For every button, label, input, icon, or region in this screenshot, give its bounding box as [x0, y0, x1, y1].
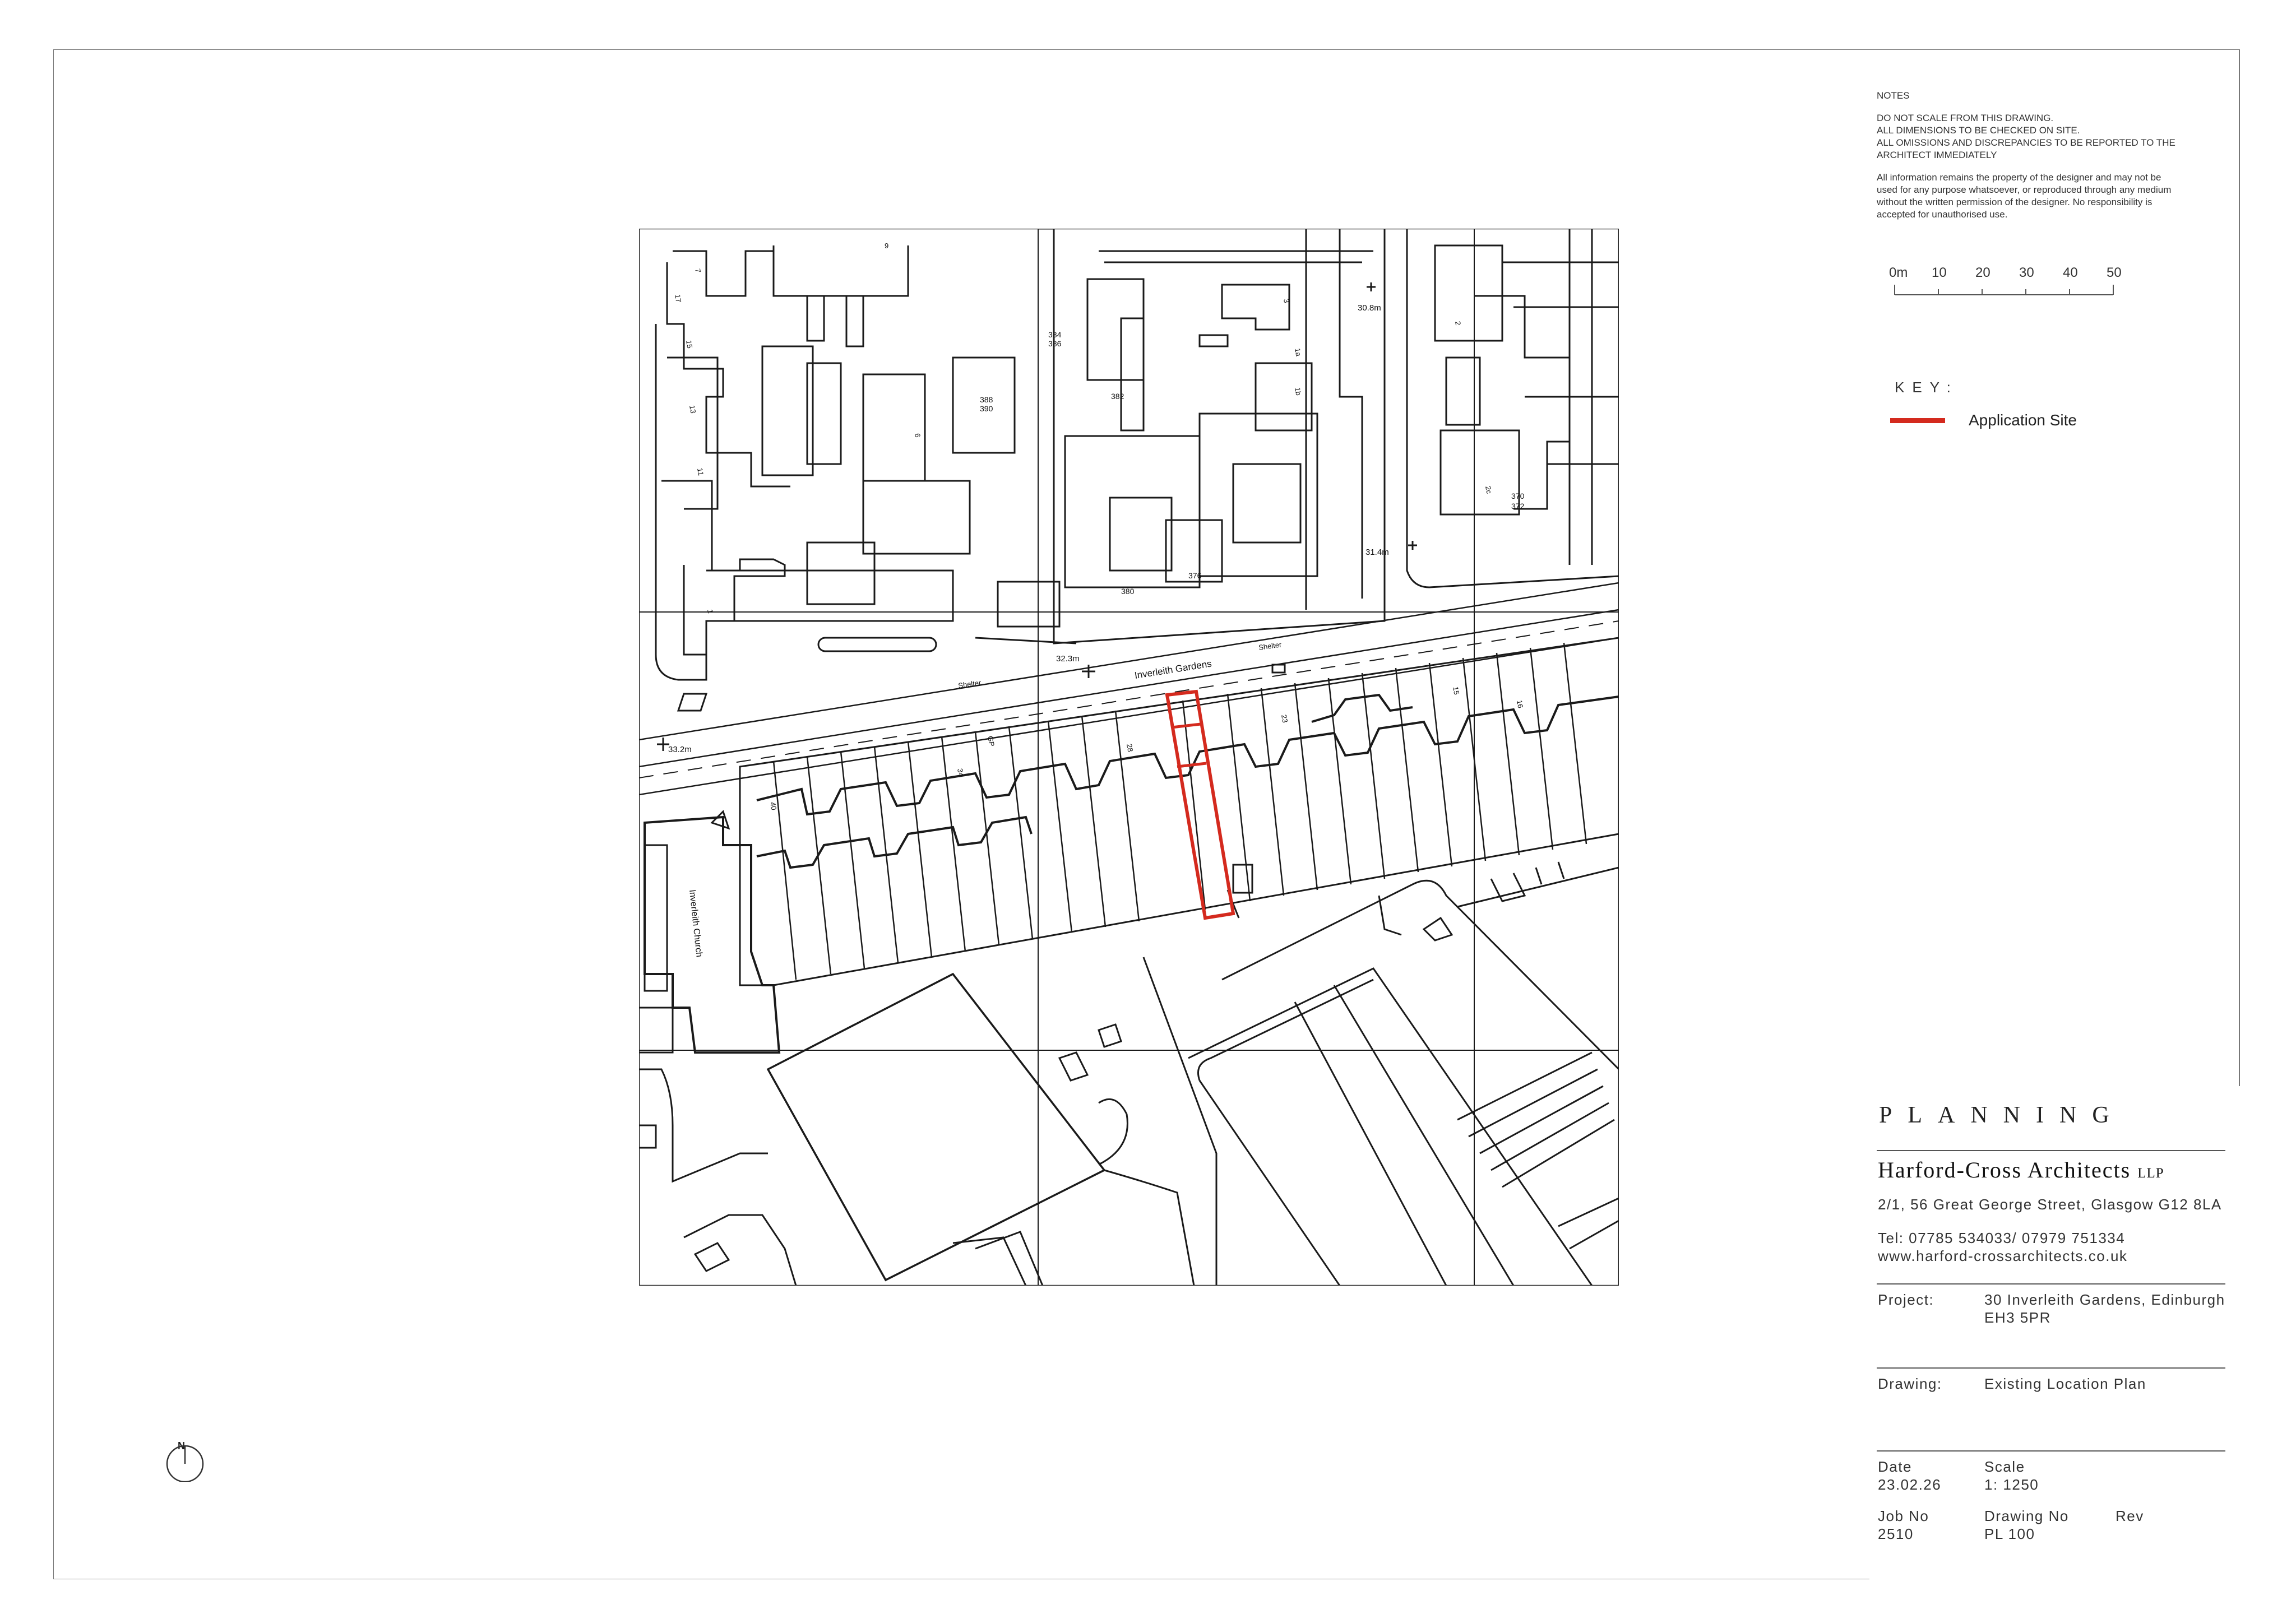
notes-panel: NOTES DO NOT SCALE FROM THIS DRAWING. AL…	[1877, 90, 2207, 231]
house-number: 384	[1048, 330, 1062, 339]
firm-phone: Tel: 07785 534033/ 07979 751334	[1878, 1230, 2126, 1246]
drawing-number-label: Drawing No	[1984, 1508, 2069, 1524]
date-label: Date	[1878, 1458, 1912, 1475]
house-number: 15	[684, 340, 694, 349]
date-value: 23.02.26	[1878, 1476, 1942, 1493]
scale-value: 1: 1250	[1984, 1476, 2039, 1493]
scale-tick-label: 50	[2107, 265, 2122, 280]
notes-warning-line: ALL OMISSIONS AND DISCREPANCIES TO BE RE…	[1877, 137, 2175, 148]
house-number: 386	[1048, 339, 1062, 348]
house-number: 388	[980, 395, 993, 404]
firm-name: Harford-Cross Architects LLP	[1878, 1157, 2164, 1183]
project-address-line2: EH3 5PR	[1984, 1309, 2051, 1326]
notes-warning-line: ARCHITECT IMMEDIATELY	[1877, 150, 1997, 160]
notes-warning-line: DO NOT SCALE FROM THIS DRAWING.	[1877, 113, 2054, 123]
notes-heading: NOTES	[1877, 90, 1910, 101]
firm-website: www.harford-crossarchitects.co.uk	[1878, 1248, 2128, 1264]
notes-warnings: DO NOT SCALE FROM THIS DRAWING. ALL DIME…	[1877, 112, 2207, 161]
firm-suffix: LLP	[2137, 1166, 2164, 1181]
street-label: Inverleith Gardens	[1134, 658, 1212, 680]
scale-tick-label: 0m	[1889, 265, 1908, 280]
house-number: 390	[980, 404, 993, 413]
scale-tick-label: 10	[1932, 265, 1947, 280]
scale-bar: 0m 10 20 30 40 50	[1889, 265, 2122, 295]
house-number: 9	[885, 242, 888, 250]
spot-height-label: 33.2m	[668, 745, 692, 754]
job-number-value: 2510	[1878, 1525, 1914, 1542]
project-address-line1: 30 Inverleith Gardens, Edinburgh	[1984, 1291, 2225, 1308]
firm-address: 2/1, 56 Great George Street, Glasgow G12…	[1878, 1196, 2222, 1213]
drawing-stage: PLANNING	[1879, 1102, 2125, 1128]
house-number: 2c	[1484, 485, 1493, 495]
house-number: 40	[769, 801, 778, 811]
divider	[1877, 1450, 2225, 1452]
key-item-label: Application Site	[1969, 411, 2077, 429]
house-number: 372	[1511, 502, 1525, 511]
scale-tick-label: 40	[2063, 265, 2078, 280]
house-number: 6	[913, 433, 922, 438]
house-number: 34	[956, 768, 965, 777]
job-number-label: Job No	[1878, 1508, 1929, 1524]
drawing-label: Drawing:	[1878, 1375, 1942, 1392]
house-number: 382	[1111, 392, 1124, 401]
drawing-number-value: PL 100	[1984, 1525, 2035, 1542]
divider	[1877, 1367, 2225, 1369]
scale-tick-label: 30	[2019, 265, 2034, 280]
project-label: Project:	[1878, 1291, 1934, 1308]
house-number: 17	[673, 294, 683, 303]
house-number: 2	[1453, 321, 1462, 326]
church-label: Inverleith Church	[687, 889, 704, 958]
house-number: 13	[688, 405, 697, 414]
shelter-label: Shelter	[957, 678, 982, 690]
firm-name-text: Harford-Cross Architects	[1878, 1157, 2131, 1183]
spot-height-label: 30.8m	[1358, 303, 1381, 313]
location-plan-map: Inverleith Gardens Inverleith Church 30.…	[638, 228, 1620, 1287]
notes-copyright-line: used for any purpose whatsoever, or repr…	[1877, 184, 2172, 195]
map-drawing: Inverleith Gardens Inverleith Church 30.…	[638, 228, 1620, 1287]
notes-copyright-line: without the written permission of the de…	[1877, 197, 2152, 207]
house-number: 11	[696, 467, 705, 476]
house-number: 16	[1515, 699, 1525, 709]
scale-tick-label: 20	[1975, 265, 1991, 280]
house-number: 1b	[1293, 387, 1303, 396]
house-number: 15	[1451, 686, 1461, 695]
house-number: 1a	[1293, 347, 1303, 358]
shelter-label: Shelter	[1258, 640, 1283, 652]
house-number: GP	[986, 735, 996, 747]
notes-copyright: All information remains the property of …	[1877, 171, 2207, 221]
north-arrow-icon	[166, 1445, 204, 1482]
key-title: KEY:	[1895, 379, 1959, 396]
notes-copyright-line: accepted for unauthorised use.	[1877, 209, 2008, 220]
house-number: 376	[1188, 571, 1202, 580]
house-number: 7	[693, 268, 702, 273]
divider	[1877, 1283, 2225, 1285]
notes-warning-line: ALL DIMENSIONS TO BE CHECKED ON SITE.	[1877, 125, 2080, 136]
notes-copyright-line: All information remains the property of …	[1877, 172, 2161, 183]
divider	[1877, 1150, 2225, 1151]
house-number: 23	[1280, 714, 1289, 724]
drawing-title: Existing Location Plan	[1984, 1375, 2146, 1392]
spot-height-label: 32.3m	[1056, 654, 1080, 664]
scale-label: Scale	[1984, 1458, 2025, 1475]
house-number: 370	[1511, 491, 1525, 500]
application-site-swatch	[1890, 418, 1945, 423]
house-number: 28	[1125, 743, 1135, 753]
revision-label: Rev	[2116, 1508, 2144, 1524]
spot-height-label: 31.4m	[1365, 548, 1389, 557]
house-number: 1	[706, 609, 715, 614]
house-number: 380	[1121, 587, 1135, 596]
